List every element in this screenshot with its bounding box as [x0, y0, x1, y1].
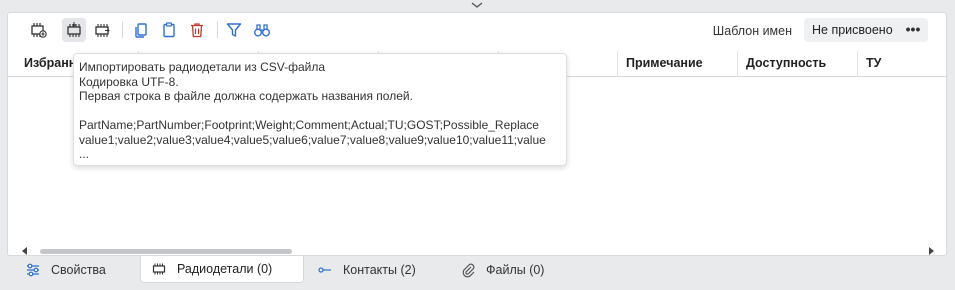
column-header-note[interactable]: Примечание	[618, 51, 738, 76]
copy-icon	[135, 23, 147, 38]
horizontal-scrollbar[interactable]	[16, 246, 938, 256]
tab-contacts[interactable]: Контакты (2)	[307, 256, 447, 283]
toolbar-separator	[122, 22, 123, 38]
contact-icon	[318, 266, 331, 273]
top-bar	[0, 0, 955, 12]
column-header-tu[interactable]: ТУ	[858, 51, 946, 76]
filter-button[interactable]	[222, 18, 246, 42]
import-csv-button[interactable]	[62, 18, 86, 42]
export-csv-button[interactable]	[90, 18, 114, 42]
find-icon	[254, 24, 270, 37]
paste-icon	[163, 22, 175, 38]
tab-label: Свойства	[51, 262, 106, 277]
tooltip-line: Первая строка в файле должна содержать н…	[79, 89, 413, 103]
tab-label: Файлы (0)	[486, 262, 545, 277]
tooltip-line: Кодировка UTF-8.	[79, 74, 179, 89]
column-header-availability[interactable]: Доступность	[738, 51, 858, 76]
bottom-tabs: Свойства Радиодетали (0) Контакты (2) Фа…	[7, 256, 947, 283]
toolbar-separator	[217, 22, 218, 38]
tooltip-line	[79, 104, 561, 119]
name-template-select[interactable]: Не присвоено	[804, 18, 898, 42]
tooltip-line: Импортировать радиодетали из CSV-файла	[79, 60, 326, 74]
tooltip-line: value1;value2;value3;value4;value5;value…	[79, 132, 546, 147]
filter-icon	[226, 23, 242, 37]
scroll-right-icon[interactable]	[929, 247, 934, 255]
export-csv-icon	[95, 24, 110, 37]
chevron-down-icon[interactable]	[470, 0, 484, 10]
more-options-button[interactable]: •••	[898, 18, 928, 42]
tab-properties[interactable]: Свойства	[15, 256, 145, 283]
tab-label: Контакты (2)	[343, 262, 416, 277]
tooltip-line: ...	[79, 147, 90, 161]
sliders-icon	[27, 263, 39, 276]
scroll-left-icon[interactable]	[22, 247, 27, 255]
find-button[interactable]	[250, 18, 274, 42]
delete-icon	[191, 23, 203, 38]
paperclip-icon	[462, 263, 475, 277]
tab-label: Радиодетали (0)	[177, 262, 273, 276]
add-part-button[interactable]	[26, 18, 50, 42]
toolbar: Шаблон имен Не присвоено •••	[8, 13, 946, 49]
import-csv-icon	[67, 22, 81, 37]
tab-files[interactable]: Файлы (0)	[450, 256, 570, 283]
chip-icon	[152, 263, 166, 275]
import-csv-tooltip: Импортировать радиодетали из CSV-файла К…	[73, 53, 567, 166]
scrollbar-thumb[interactable]	[40, 249, 292, 254]
delete-button[interactable]	[185, 18, 209, 42]
paste-button[interactable]	[157, 18, 181, 42]
add-part-icon	[31, 23, 47, 38]
tab-parts[interactable]: Радиодетали (0)	[140, 256, 304, 283]
name-template-label: Шаблон имен	[712, 24, 792, 38]
tooltip-line: PartName;PartNumber;Footprint;Weight;Com…	[79, 118, 539, 132]
copy-button[interactable]	[129, 18, 153, 42]
